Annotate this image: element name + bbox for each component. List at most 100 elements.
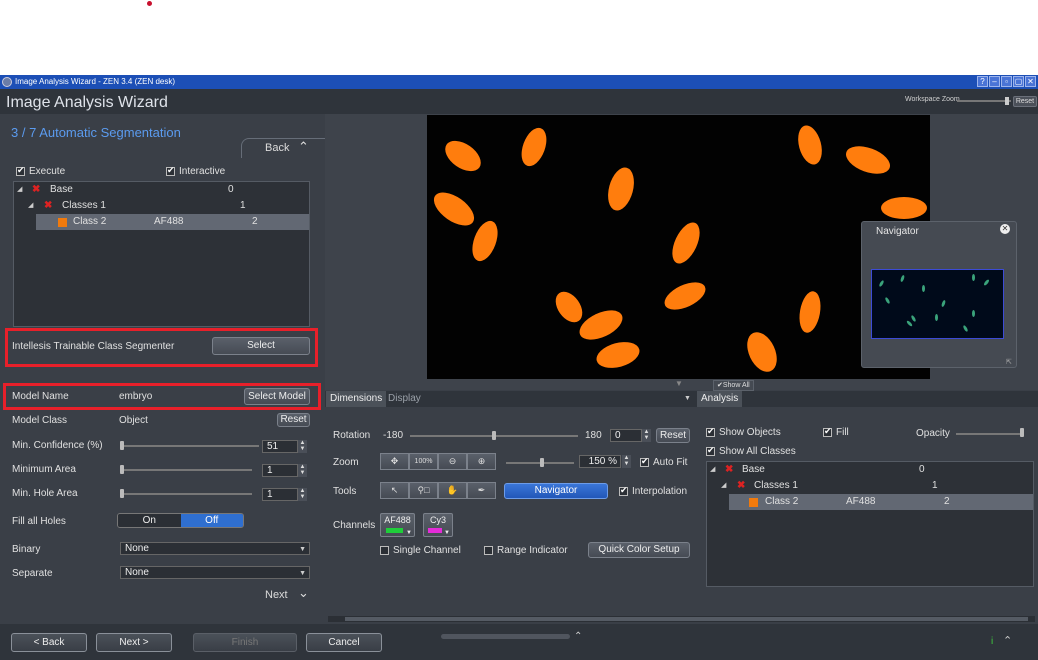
collapse-arrow-icon[interactable]: ▼: [675, 379, 683, 388]
close-icon[interactable]: ✕: [1025, 76, 1036, 87]
range-indicator-checkbox[interactable]: [484, 546, 493, 555]
collapse-icon[interactable]: ◢: [17, 182, 22, 198]
interpolation-checkbox[interactable]: [619, 485, 628, 496]
workspace-zoom-reset-button[interactable]: Reset: [1013, 96, 1037, 107]
min-confidence-spinner[interactable]: ▲ ▼: [298, 440, 307, 453]
min-hole-area-slider[interactable]: [121, 493, 252, 495]
rotation-handle[interactable]: [492, 431, 496, 440]
workspace-zoom-slider[interactable]: [957, 100, 1011, 102]
fill-checkbox[interactable]: [823, 426, 832, 437]
auto-fit-option[interactable]: Auto Fit: [640, 456, 687, 468]
finish-button[interactable]: Finish: [193, 633, 297, 652]
tab-display[interactable]: Display: [384, 391, 425, 407]
min-confidence-input[interactable]: 51: [262, 440, 298, 453]
single-channel-checkbox[interactable]: [380, 546, 389, 555]
channel-af488-button[interactable]: AF488 ▼: [380, 513, 415, 537]
collapse-icon[interactable]: ◢: [710, 462, 715, 478]
back-link[interactable]: Back: [265, 142, 289, 154]
channel-cy3-button[interactable]: Cy3 ▼: [423, 513, 453, 537]
rotation-reset-button[interactable]: Reset: [656, 428, 690, 443]
pointer-tool-icon[interactable]: ↖: [380, 482, 409, 499]
rotation-spinner[interactable]: ▲ ▼: [642, 429, 651, 442]
minimize-icon[interactable]: –: [989, 76, 1000, 87]
interpolation-option[interactable]: Interpolation: [619, 485, 687, 497]
opacity-slider[interactable]: [956, 433, 1024, 435]
navigator-button[interactable]: Navigator: [504, 483, 608, 499]
separate-select[interactable]: None: [120, 566, 310, 579]
tree-row-classes[interactable]: ◢ ✖ Classes 1 1: [707, 478, 1033, 494]
show-all-toggle[interactable]: ✔Show All: [713, 380, 754, 391]
min-confidence-slider[interactable]: [121, 445, 259, 447]
minimum-area-spinner[interactable]: ▲ ▼: [298, 464, 307, 477]
chevron-up-icon[interactable]: ⌃: [298, 139, 309, 155]
chevron-up-icon[interactable]: ⌃: [1003, 634, 1012, 647]
zoom-handle[interactable]: [540, 458, 544, 467]
tree-row-base[interactable]: ◢ ✖ Base 0: [707, 462, 1033, 478]
tab-analysis[interactable]: Analysis: [697, 391, 743, 407]
cancel-button[interactable]: Cancel: [306, 633, 382, 652]
zoom-in-icon[interactable]: ⊕: [467, 453, 496, 470]
next-link[interactable]: Next: [265, 589, 288, 601]
navigator-preview[interactable]: [871, 269, 1004, 339]
workspace-zoom-handle[interactable]: [1005, 97, 1009, 105]
zoom-100-button[interactable]: 100%: [409, 453, 438, 470]
show-all-classes-option[interactable]: Show All Classes: [706, 445, 796, 457]
opacity-handle[interactable]: [1020, 428, 1024, 437]
scrollbar-thumb[interactable]: [345, 617, 1028, 621]
single-channel-option[interactable]: Single Channel: [380, 545, 461, 556]
tab-menu-icon[interactable]: ▼: [684, 395, 691, 402]
class-tree[interactable]: ◢ ✖ Base 0 ◢ ✖ Classes 1 1 Class 2 AF488…: [13, 181, 310, 327]
binary-select[interactable]: None: [120, 542, 310, 555]
show-objects-option[interactable]: Show Objects: [706, 426, 781, 438]
min-hole-area-input[interactable]: 1: [262, 488, 298, 501]
fill-all-holes-toggle[interactable]: On Off: [117, 513, 244, 528]
zoom-out-icon[interactable]: ⊖: [438, 453, 467, 470]
info-icon[interactable]: i: [991, 636, 993, 647]
image-canvas[interactable]: [427, 115, 930, 379]
fill-option[interactable]: Fill: [823, 426, 849, 438]
eyedropper-icon[interactable]: ✒: [467, 482, 496, 499]
collapse-icon[interactable]: ◢: [28, 198, 33, 214]
footer-handle[interactable]: [441, 634, 570, 639]
fill-holes-on[interactable]: On: [118, 514, 181, 527]
minimum-area-handle[interactable]: [120, 465, 124, 474]
navigator-close-icon[interactable]: ✕: [1000, 224, 1010, 234]
chevron-down-icon[interactable]: ⌄: [298, 585, 309, 601]
show-objects-checkbox[interactable]: [706, 426, 715, 437]
pan-hand-icon[interactable]: ✋: [438, 482, 467, 499]
tab-dimensions[interactable]: Dimensions: [326, 391, 387, 407]
auto-fit-checkbox[interactable]: [640, 456, 649, 467]
fill-holes-off[interactable]: Off: [180, 514, 243, 527]
range-indicator-option[interactable]: Range Indicator: [484, 545, 568, 556]
model-reset-button[interactable]: Reset: [277, 413, 310, 427]
restore-icon[interactable]: ▫: [1001, 76, 1012, 87]
tree-row-class-2[interactable]: Class 2 AF488 2: [729, 494, 1033, 510]
min-hole-area-handle[interactable]: [120, 489, 124, 498]
show-all-classes-checkbox[interactable]: [706, 445, 715, 456]
minimum-area-input[interactable]: 1: [262, 464, 298, 477]
resize-grip-icon[interactable]: ⇱: [1006, 358, 1012, 366]
quick-color-setup-button[interactable]: Quick Color Setup: [588, 542, 690, 558]
interactive-option[interactable]: Interactive: [166, 165, 225, 177]
zoom-spinner[interactable]: ▲ ▼: [622, 455, 631, 468]
next-button[interactable]: Next >: [96, 633, 172, 652]
interactive-checkbox[interactable]: [166, 165, 175, 176]
execute-checkbox[interactable]: [16, 165, 25, 176]
tree-row-class-2[interactable]: Class 2 AF488 2: [36, 214, 309, 230]
min-hole-area-spinner[interactable]: ▲ ▼: [298, 488, 307, 501]
zoom-tool-icon[interactable]: ⚲□: [409, 482, 438, 499]
tree-row-classes[interactable]: ◢ ✖ Classes 1 1: [14, 198, 309, 214]
analysis-class-tree[interactable]: ◢ ✖ Base 0 ◢ ✖ Classes 1 1 Class 2 AF488…: [706, 461, 1034, 587]
select-model-button[interactable]: Select Model: [244, 388, 310, 405]
back-button[interactable]: < Back: [11, 633, 87, 652]
zoom-fit-icon[interactable]: ✥: [380, 453, 409, 470]
help-icon[interactable]: ?: [977, 76, 988, 87]
segmenter-select-button[interactable]: Select: [212, 337, 310, 355]
collapse-icon[interactable]: ◢: [721, 478, 726, 494]
execute-option[interactable]: Execute: [16, 165, 65, 177]
rotation-input[interactable]: 0: [610, 429, 642, 442]
maximize-icon[interactable]: ▢: [1013, 76, 1024, 87]
minimum-area-slider[interactable]: [121, 469, 252, 471]
min-confidence-handle[interactable]: [120, 441, 124, 450]
chevron-up-icon[interactable]: ⌃: [574, 631, 582, 642]
